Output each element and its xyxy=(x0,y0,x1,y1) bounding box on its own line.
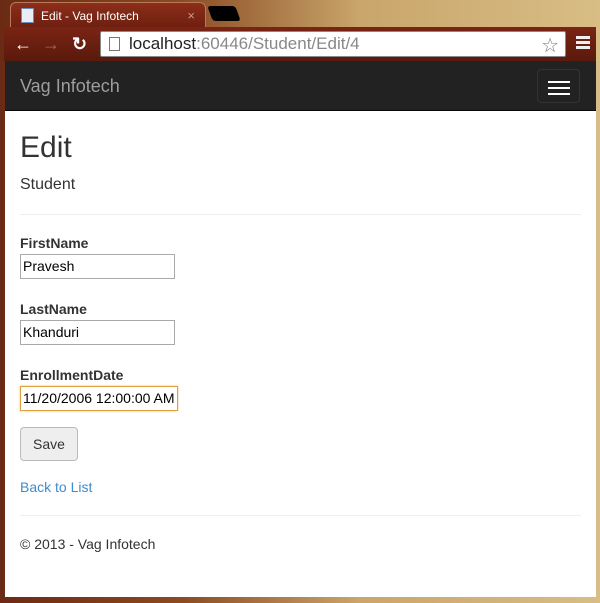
enrollmentdate-group: EnrollmentDate 11/20/2006 12:00:00 AM xyxy=(20,367,581,411)
navbar: Vag Infotech xyxy=(5,61,596,111)
tab-title: Edit - Vag Infotech xyxy=(41,8,139,23)
lastname-group: LastName Khanduri xyxy=(20,301,581,345)
page-title: Edit xyxy=(20,131,72,164)
tab-close-icon[interactable]: × xyxy=(187,8,195,23)
reload-icon[interactable]: ↻ xyxy=(72,35,87,53)
navbar-toggle-hamburger-icon[interactable] xyxy=(537,69,580,103)
browser-menu-icon[interactable] xyxy=(576,36,590,51)
lastname-input[interactable]: Khanduri xyxy=(20,320,175,345)
back-arrow-icon[interactable]: ← xyxy=(14,35,32,53)
browser-tab[interactable]: Edit - Vag Infotech × xyxy=(10,2,206,28)
enrollmentdate-input[interactable]: 11/20/2006 12:00:00 AM xyxy=(20,386,178,411)
firstname-input[interactable]: Pravesh xyxy=(20,254,175,279)
divider xyxy=(20,214,581,215)
footer-divider xyxy=(20,515,581,516)
back-to-list-link[interactable]: Back to List xyxy=(20,479,581,495)
page-subtitle: Student xyxy=(20,176,76,193)
save-button[interactable]: Save xyxy=(20,427,78,461)
url-path: :60446/Student/Edit/4 xyxy=(196,34,360,53)
firstname-group: FirstName Pravesh xyxy=(20,235,581,279)
browser-toolbar: ← → ↻ localhost:60446/Student/Edit/4 ☆ xyxy=(4,27,596,61)
new-tab-button[interactable] xyxy=(207,6,241,21)
forward-arrow-icon[interactable]: → xyxy=(42,35,60,53)
browser-window: Edit - Vag Infotech × ← → ↻ localhost:60… xyxy=(0,0,600,603)
bookmark-star-icon[interactable]: ☆ xyxy=(541,33,559,58)
footer-text: © 2013 - Vag Infotech xyxy=(20,536,156,552)
page-favicon-icon xyxy=(21,8,34,23)
url-host: localhost xyxy=(129,34,197,53)
address-bar[interactable]: localhost:60446/Student/Edit/4 ☆ xyxy=(100,31,566,57)
page-viewport: Vag Infotech Edit Student FirstName Prav… xyxy=(5,61,596,597)
lastname-label: LastName xyxy=(20,301,87,317)
page-icon xyxy=(109,37,120,51)
brand-link[interactable]: Vag Infotech xyxy=(20,76,120,97)
firstname-label: FirstName xyxy=(20,235,89,251)
enrollmentdate-label: EnrollmentDate xyxy=(20,367,124,383)
